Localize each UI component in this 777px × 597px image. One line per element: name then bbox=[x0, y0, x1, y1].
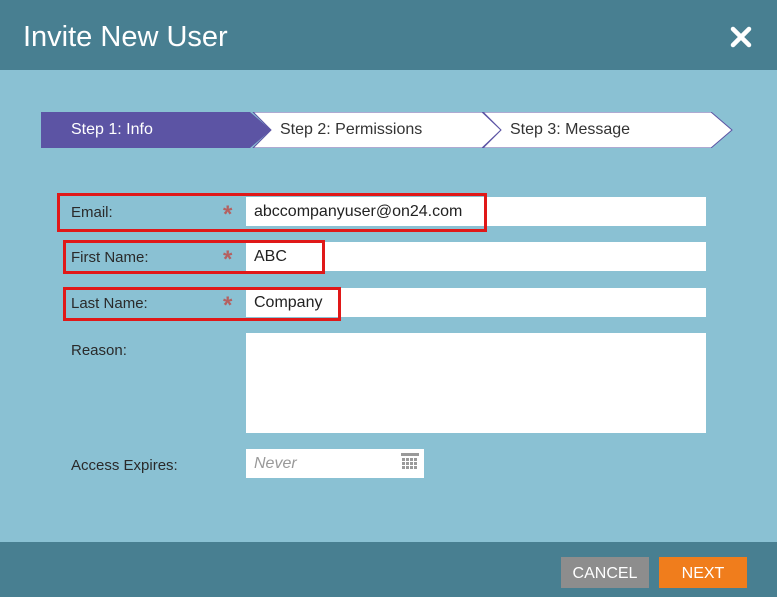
access-expires-field[interactable] bbox=[246, 449, 424, 478]
first-name-required-marker: * bbox=[223, 246, 233, 273]
access-expires-label: Access Expires: bbox=[71, 457, 178, 474]
first-name-field[interactable] bbox=[246, 242, 706, 271]
email-required-marker: * bbox=[223, 201, 233, 228]
reason-label: Reason: bbox=[71, 342, 127, 359]
dialog-header: Invite New User bbox=[0, 0, 777, 70]
next-button[interactable]: NEXT bbox=[659, 557, 747, 588]
cancel-button[interactable]: CANCEL bbox=[561, 557, 649, 588]
step-3-shape bbox=[482, 112, 733, 148]
last-name-required-marker: * bbox=[223, 292, 233, 319]
last-name-label: Last Name: bbox=[71, 295, 148, 312]
step-wizard-shapes bbox=[41, 112, 733, 148]
close-icon[interactable] bbox=[729, 25, 753, 49]
step-1-shape bbox=[41, 112, 271, 148]
email-label: Email: bbox=[71, 204, 113, 221]
calendar-icon[interactable] bbox=[401, 453, 419, 471]
reason-textarea[interactable] bbox=[246, 333, 706, 433]
first-name-label: First Name: bbox=[71, 249, 149, 266]
last-name-field[interactable] bbox=[246, 288, 706, 317]
email-field[interactable] bbox=[246, 197, 706, 226]
step-wizard: Step 1: Info Step 2: Permissions Step 3:… bbox=[41, 112, 733, 148]
step-2-shape bbox=[252, 112, 502, 148]
dialog-title: Invite New User bbox=[23, 21, 228, 53]
